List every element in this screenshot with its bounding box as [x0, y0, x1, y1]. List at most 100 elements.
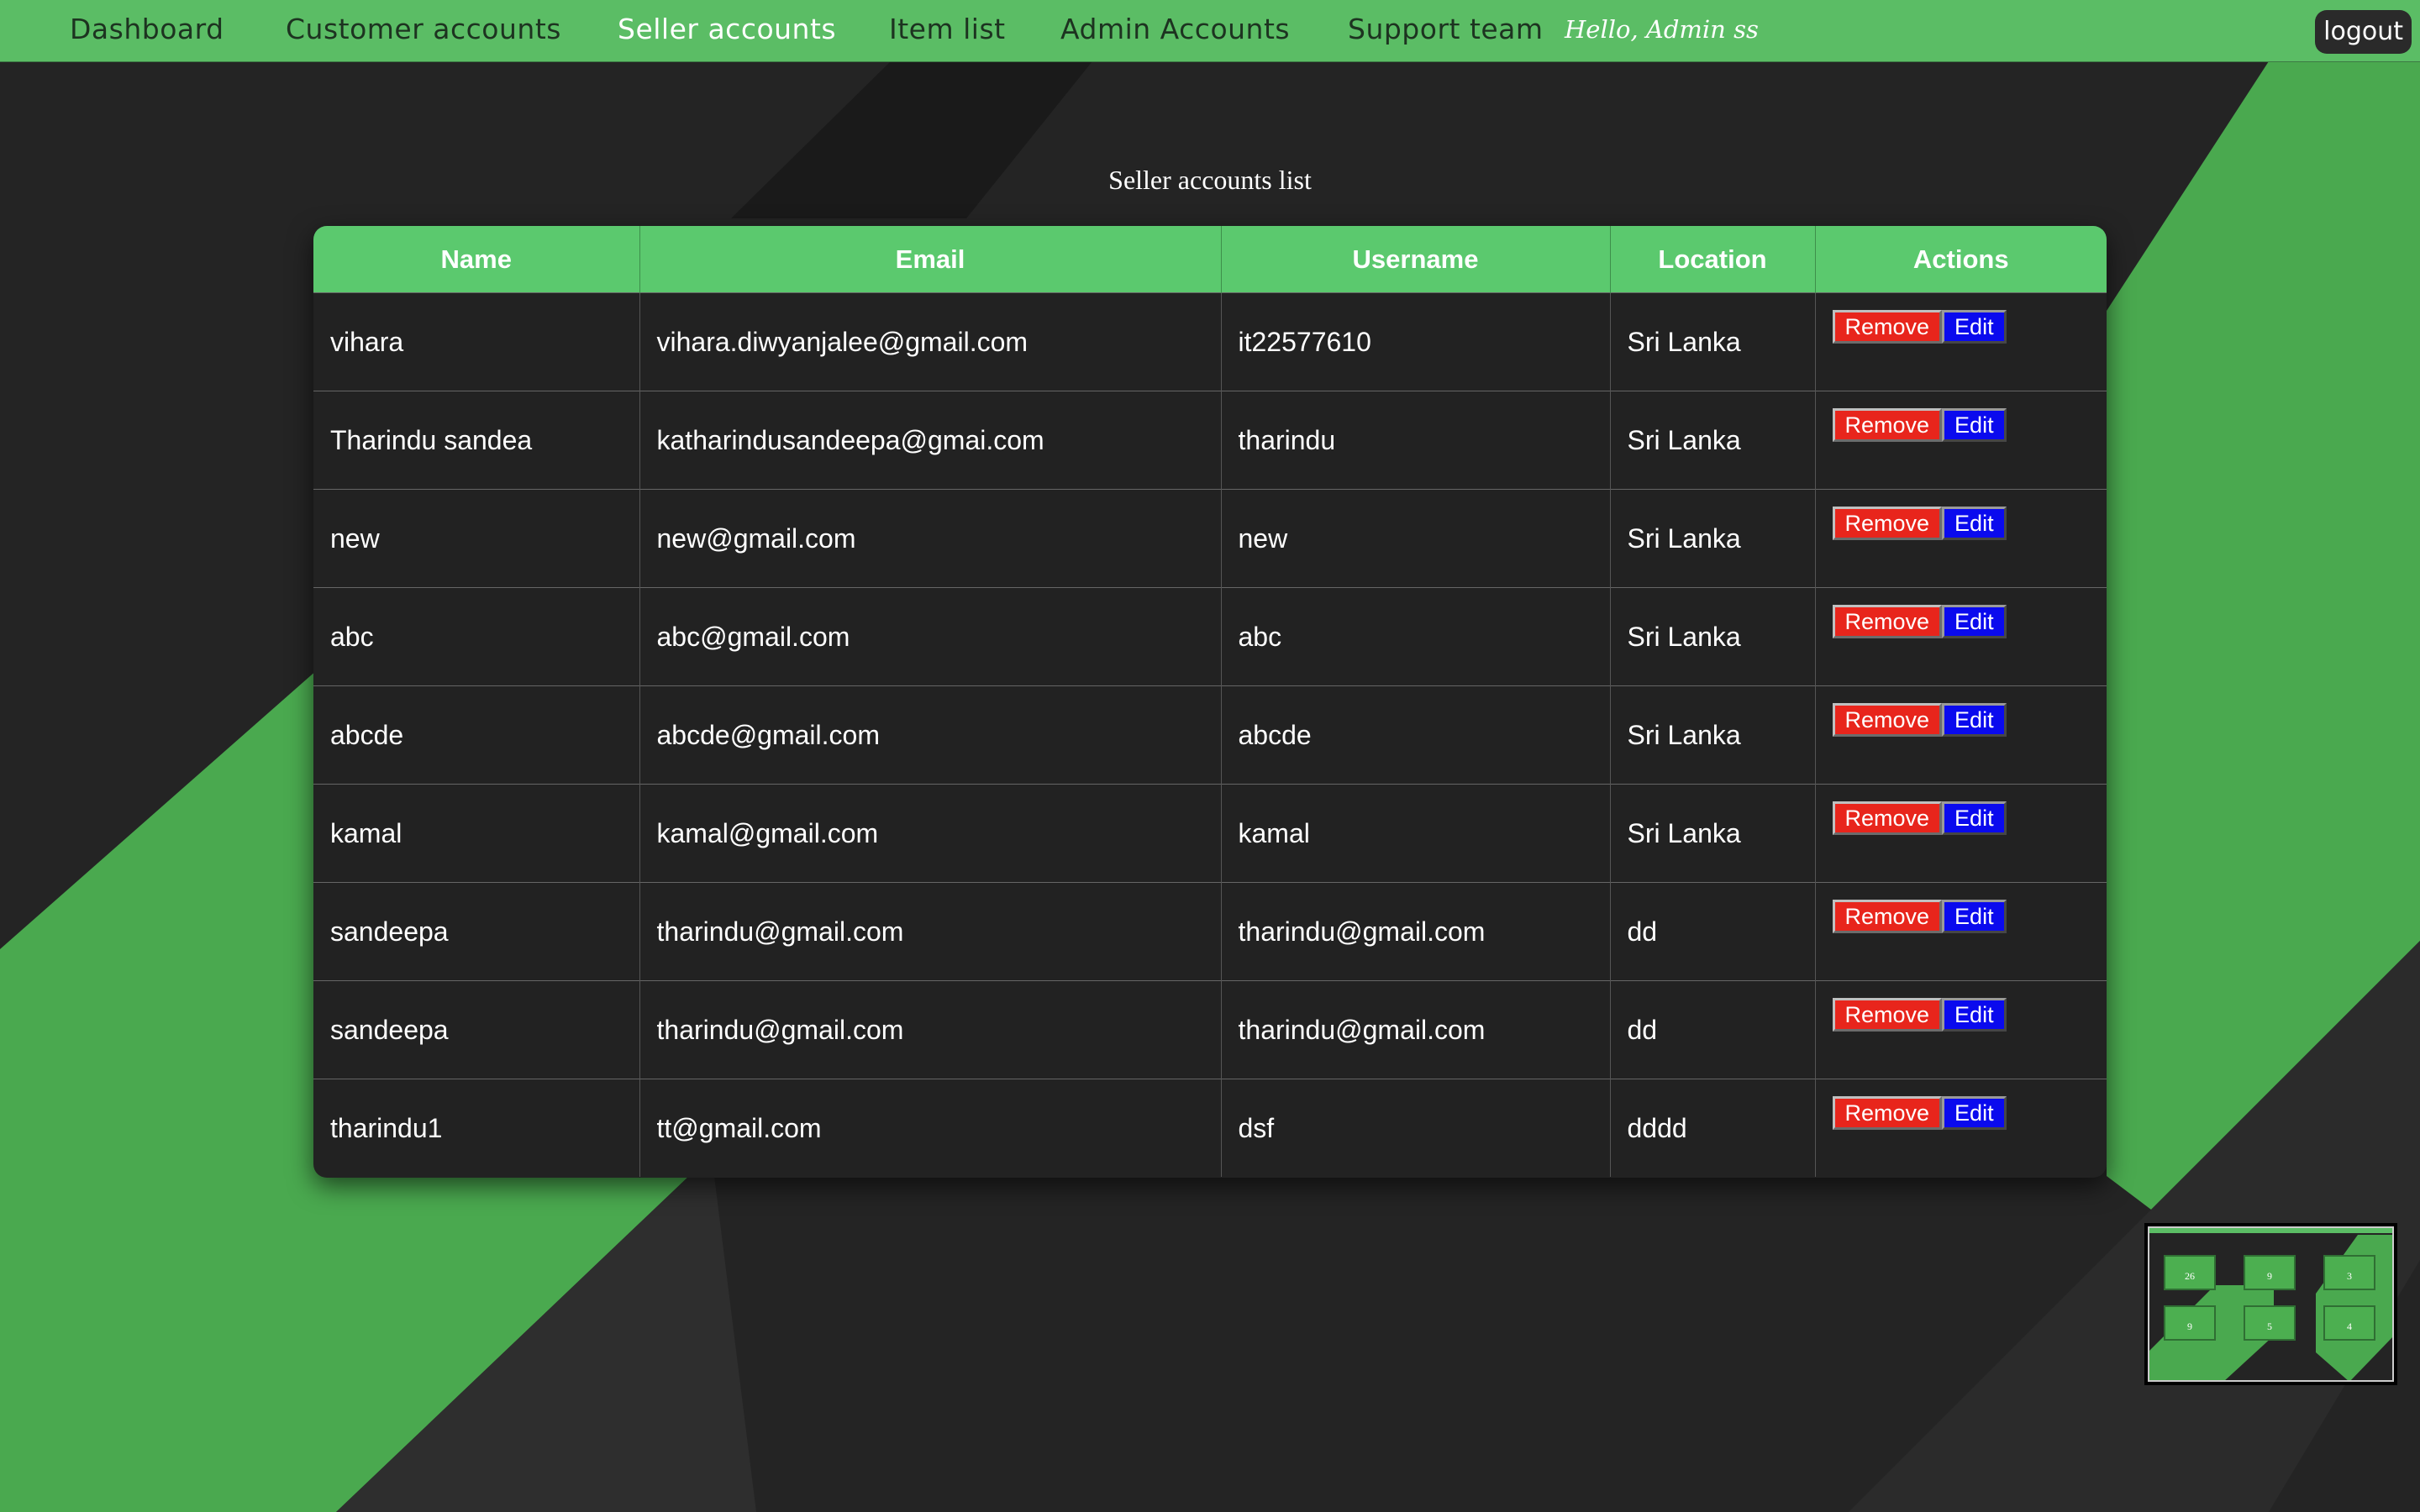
cell-email: abc@gmail.com: [639, 587, 1222, 686]
cell-location: dd: [1610, 980, 1816, 1079]
cell-location: Sri Lanka: [1610, 489, 1816, 588]
cell-email: vihara.diwyanjalee@gmail.com: [639, 292, 1222, 391]
edit-button[interactable]: Edit: [1942, 605, 2007, 638]
preview-card-value: 9: [2187, 1320, 2192, 1332]
cell-username: it22577610: [1221, 292, 1611, 391]
preview-card-value: 9: [2267, 1270, 2272, 1282]
row-actions: Remove Edit: [1832, 1079, 2107, 1130]
edit-button[interactable]: Edit: [1942, 900, 2007, 933]
cell-location: dddd: [1610, 1079, 1816, 1177]
remove-button[interactable]: Remove: [1832, 998, 1943, 1032]
table-row: abcde abcde@gmail.com abcde Sri Lanka Remove…: [313, 685, 2107, 785]
cell-name: kamal: [313, 784, 640, 883]
cell-name: vihara: [313, 292, 640, 391]
edit-button[interactable]: Edit: [1942, 703, 2007, 737]
table-row: sandeepa tharindu@gmail.com tharindu@gmail…: [313, 980, 2107, 1079]
cell-email: katharindusandeepa@gmai.com: [639, 391, 1222, 490]
nav-admin-accounts[interactable]: Admin Accounts: [1060, 0, 1290, 61]
cell-actions: Remove Edit: [1815, 489, 2107, 588]
remove-button[interactable]: Remove: [1832, 408, 1943, 442]
cell-email: abcde@gmail.com: [639, 685, 1222, 785]
top-navbar: Dashboard Customer accounts Seller accou…: [0, 0, 2420, 62]
table-row: new new@gmail.com new Sri Lanka Remove Edit: [313, 489, 2107, 588]
logout-button[interactable]: logout: [2315, 10, 2412, 54]
edit-button[interactable]: Edit: [1942, 1096, 2007, 1130]
cell-email: tt@gmail.com: [639, 1079, 1222, 1177]
cell-username: kamal: [1221, 784, 1611, 883]
remove-button[interactable]: Remove: [1832, 703, 1943, 737]
cell-username: tharindu: [1221, 391, 1611, 490]
edit-button[interactable]: Edit: [1942, 998, 2007, 1032]
row-actions: Remove Edit: [1832, 982, 2107, 1032]
preview-card-value: 5: [2267, 1320, 2272, 1332]
preview-card-value: 3: [2347, 1270, 2352, 1282]
remove-button[interactable]: Remove: [1832, 1096, 1943, 1130]
remove-button[interactable]: Remove: [1832, 801, 1943, 835]
nav-dashboard[interactable]: Dashboard: [70, 0, 224, 61]
row-actions: Remove Edit: [1832, 491, 2107, 540]
row-actions: Remove Edit: [1832, 589, 2107, 638]
nav-customer-accounts[interactable]: Customer accounts: [286, 0, 561, 61]
dashboard-preview-thumbnail[interactable]: 26 9 3 9 5 4: [2144, 1223, 2397, 1385]
table-row: tharindu1 tt@gmail.com dsf dddd Remove Edit: [313, 1079, 2107, 1177]
column-header-location: Location: [1610, 226, 1816, 293]
table-row: kamal kamal@gmail.com kamal Sri Lanka Remove…: [313, 784, 2107, 883]
cell-actions: Remove Edit: [1815, 292, 2107, 391]
row-actions: Remove Edit: [1832, 294, 2107, 344]
row-actions: Remove Edit: [1832, 785, 2107, 835]
table-row: sandeepa tharindu@gmail.com tharindu@gmail…: [313, 882, 2107, 981]
nav-seller-accounts[interactable]: Seller accounts: [618, 0, 836, 61]
cell-email: tharindu@gmail.com: [639, 980, 1222, 1079]
cell-actions: Remove Edit: [1815, 882, 2107, 981]
admin-greeting: Hello, Admin ss: [1565, 15, 1759, 44]
nav-support-team[interactable]: Support team: [1348, 0, 1544, 61]
table-header-row: Name Email Username Location Actions: [313, 226, 2107, 293]
column-header-username: Username: [1221, 226, 1611, 293]
cell-email: kamal@gmail.com: [639, 784, 1222, 883]
row-actions: Remove Edit: [1832, 884, 2107, 933]
cell-location: Sri Lanka: [1610, 292, 1816, 391]
row-actions: Remove Edit: [1832, 392, 2107, 442]
cell-name: abc: [313, 587, 640, 686]
column-header-email: Email: [639, 226, 1222, 293]
cell-actions: Remove Edit: [1815, 587, 2107, 686]
cell-actions: Remove Edit: [1815, 391, 2107, 490]
edit-button[interactable]: Edit: [1942, 801, 2007, 835]
cell-name: abcde: [313, 685, 640, 785]
cell-email: new@gmail.com: [639, 489, 1222, 588]
cell-actions: Remove Edit: [1815, 1079, 2107, 1177]
cell-username: new: [1221, 489, 1611, 588]
column-header-actions: Actions: [1815, 226, 2107, 293]
cell-location: Sri Lanka: [1610, 685, 1816, 785]
cell-actions: Remove Edit: [1815, 685, 2107, 785]
cell-email: tharindu@gmail.com: [639, 882, 1222, 981]
remove-button[interactable]: Remove: [1832, 310, 1943, 344]
remove-button[interactable]: Remove: [1832, 507, 1943, 540]
edit-button[interactable]: Edit: [1942, 507, 2007, 540]
cell-location: Sri Lanka: [1610, 784, 1816, 883]
cell-username: tharindu@gmail.com: [1221, 882, 1611, 981]
seller-accounts-table: Name Email Username Location Actions vih…: [313, 226, 2107, 1178]
edit-button[interactable]: Edit: [1942, 408, 2007, 442]
cell-location: dd: [1610, 882, 1816, 981]
cell-name: Tharindu sandea: [313, 391, 640, 490]
preview-card-value: 26: [2185, 1270, 2195, 1282]
cell-username: dsf: [1221, 1079, 1611, 1177]
cell-username: abcde: [1221, 685, 1611, 785]
column-header-name: Name: [313, 226, 640, 293]
table-row: Tharindu sandea katharindusandeepa@gmai.c…: [313, 391, 2107, 490]
edit-button[interactable]: Edit: [1942, 310, 2007, 344]
page-title: Seller accounts list: [1108, 165, 1312, 195]
row-actions: Remove Edit: [1832, 687, 2107, 737]
cell-actions: Remove Edit: [1815, 980, 2107, 1079]
cell-name: sandeepa: [313, 882, 640, 981]
preview-card-value: 4: [2347, 1320, 2352, 1332]
cell-actions: Remove Edit: [1815, 784, 2107, 883]
table-row: abc abc@gmail.com abc Sri Lanka Remove Edit: [313, 587, 2107, 686]
cell-username: abc: [1221, 587, 1611, 686]
remove-button[interactable]: Remove: [1832, 900, 1943, 933]
cell-location: Sri Lanka: [1610, 587, 1816, 686]
nav-item-list[interactable]: Item list: [889, 0, 1006, 61]
table-row: vihara vihara.diwyanjalee@gmail.com it2257…: [313, 292, 2107, 391]
remove-button[interactable]: Remove: [1832, 605, 1943, 638]
